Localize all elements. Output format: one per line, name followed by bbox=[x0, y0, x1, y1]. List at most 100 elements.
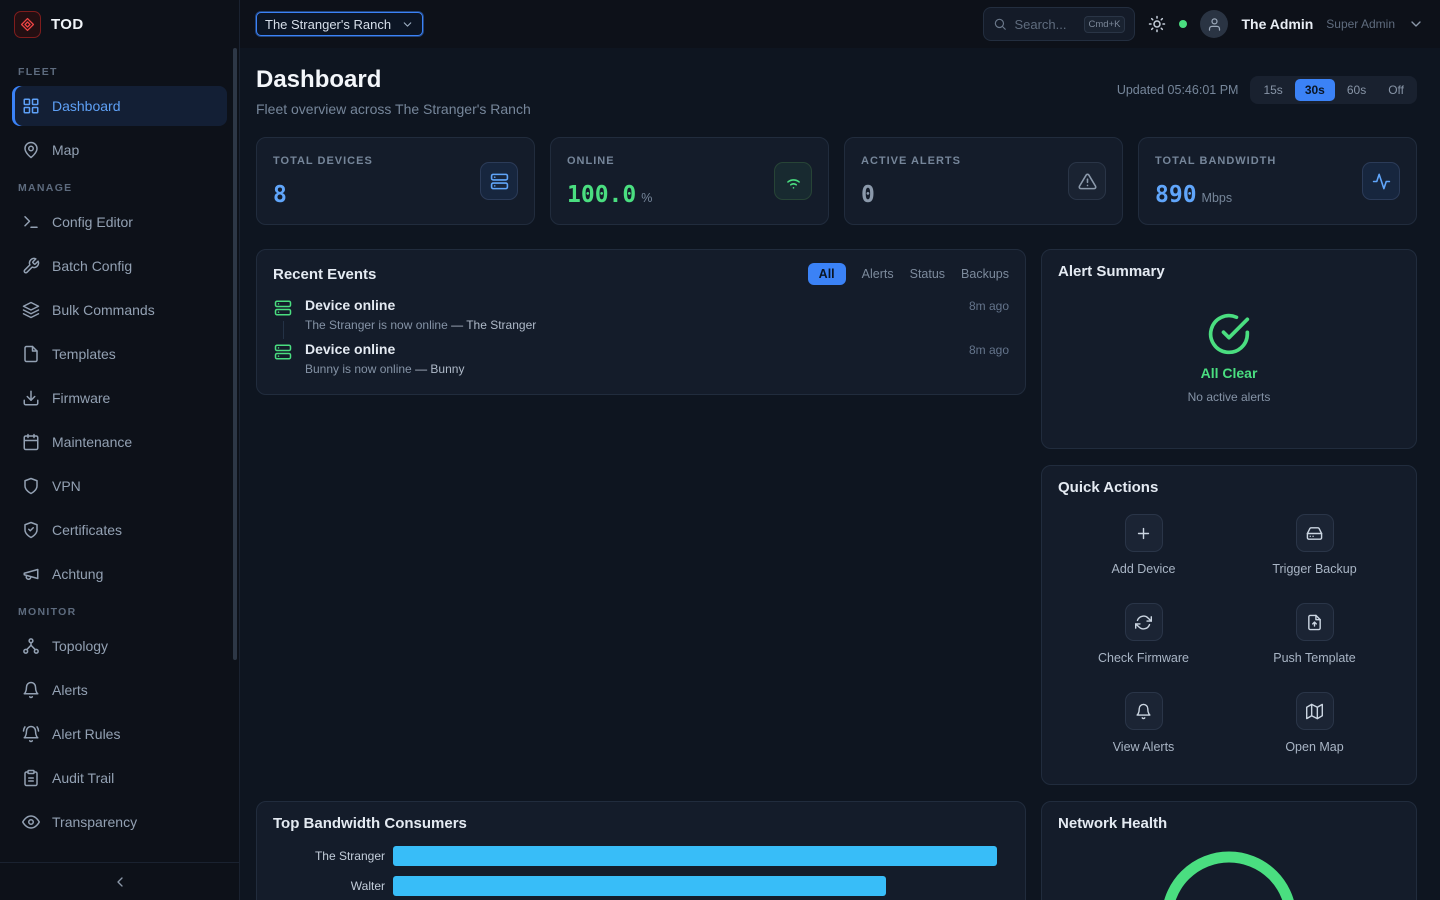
recent-events-card: Recent Events All Alerts Status Backups Dev… bbox=[256, 249, 1026, 395]
shield-check-icon bbox=[22, 521, 40, 539]
quick-action-open-map[interactable]: Open Map bbox=[1229, 692, 1400, 754]
refresh-interval-group: 15s30s60sOff bbox=[1250, 76, 1417, 104]
events-filter-status[interactable]: Status bbox=[910, 267, 945, 281]
search-shortcut-badge: Cmd+K bbox=[1084, 16, 1126, 33]
sidebar-item-vpn[interactable]: VPN bbox=[12, 466, 227, 506]
chevron-left-icon bbox=[112, 874, 128, 890]
wifi-icon bbox=[774, 162, 812, 200]
events-filter-alerts[interactable]: Alerts bbox=[862, 267, 894, 281]
sidebar-item-alert-rules[interactable]: Alert Rules bbox=[12, 714, 227, 754]
sidebar-section-monitor: MONITOR bbox=[18, 606, 221, 618]
quick-action-trigger-backup[interactable]: Trigger Backup bbox=[1229, 514, 1400, 576]
sidebar-item-templates[interactable]: Templates bbox=[12, 334, 227, 374]
brand: TOD bbox=[0, 0, 239, 48]
chevron-down-icon bbox=[401, 18, 414, 31]
sidebar-item-dashboard[interactable]: Dashboard bbox=[12, 86, 227, 126]
network-icon bbox=[22, 637, 40, 655]
layers-icon bbox=[22, 301, 40, 319]
topbar: The Stranger's Ranch Search... Cmd+K The… bbox=[240, 0, 1440, 48]
file-up-icon bbox=[1296, 603, 1334, 641]
hard-drive-icon bbox=[1296, 514, 1334, 552]
refresh-icon bbox=[1125, 603, 1163, 641]
sidebar-item-config-editor[interactable]: Config Editor bbox=[12, 202, 227, 242]
left-column: Recent Events All Alerts Status Backups Dev… bbox=[256, 249, 1026, 900]
shield-icon bbox=[22, 477, 40, 495]
terminal-icon bbox=[22, 213, 40, 231]
sidebar-item-maintenance[interactable]: Maintenance bbox=[12, 422, 227, 462]
quick-action-check-firmware[interactable]: Check Firmware bbox=[1058, 603, 1229, 665]
quick-action-view-alerts[interactable]: View Alerts bbox=[1058, 692, 1229, 754]
sidebar-item-audit-trail[interactable]: Audit Trail bbox=[12, 758, 227, 798]
sidebar-section-fleet: FLEET bbox=[18, 66, 221, 78]
search-icon bbox=[993, 17, 1007, 31]
site-selector[interactable]: The Stranger's Ranch bbox=[256, 12, 423, 36]
bandwidth-chart-card: Top Bandwidth Consumers The Stranger Walt… bbox=[256, 801, 1026, 900]
download-icon bbox=[22, 389, 40, 407]
page-subtitle: Fleet overview across The Stranger's Ran… bbox=[256, 101, 531, 117]
sidebar-item-transparency[interactable]: Transparency bbox=[12, 802, 227, 842]
app-root: TOD FLEET DashboardMap MANAGE Config Editor… bbox=[0, 0, 1440, 900]
stat-card-active-alerts: ACTIVE ALERTS0 bbox=[844, 137, 1123, 225]
server-icon bbox=[480, 162, 518, 200]
bandwidth-bars: The Stranger Walter bbox=[273, 846, 1009, 896]
sidebar-collapse-button[interactable] bbox=[0, 862, 239, 900]
theme-toggle-sun-icon[interactable] bbox=[1148, 15, 1166, 33]
map-icon bbox=[1296, 692, 1334, 730]
user-icon bbox=[1207, 17, 1222, 32]
sidebar-item-bulk-commands[interactable]: Bulk Commands bbox=[12, 290, 227, 330]
alert-summary-card: Alert Summary All Clear No active alerts bbox=[1041, 249, 1417, 449]
sidebar-item-certificates[interactable]: Certificates bbox=[12, 510, 227, 550]
alert-triangle-icon bbox=[1068, 162, 1106, 200]
event-row: Device online8m agoThe Stranger is now o… bbox=[273, 297, 1009, 341]
bell-icon bbox=[1125, 692, 1163, 730]
refresh-option-30s[interactable]: 30s bbox=[1295, 79, 1335, 101]
alert-status-text: All Clear bbox=[1201, 365, 1258, 381]
bandwidth-chart-title: Top Bandwidth Consumers bbox=[273, 815, 467, 832]
refresh-option-15s[interactable]: 15s bbox=[1253, 79, 1292, 101]
bandwidth-bar-row: Walter bbox=[273, 876, 1009, 896]
stat-card-online: ONLINE100.0% bbox=[550, 137, 829, 225]
sidebar-item-batch-config[interactable]: Batch Config bbox=[12, 246, 227, 286]
brand-name: TOD bbox=[51, 16, 84, 33]
site-selector-value: The Stranger's Ranch bbox=[265, 17, 391, 32]
clipboard-icon bbox=[22, 769, 40, 787]
recent-events-title: Recent Events bbox=[273, 266, 376, 283]
quick-actions-title: Quick Actions bbox=[1058, 479, 1158, 496]
events-filter-all[interactable]: All bbox=[808, 263, 846, 285]
refresh-option-60s[interactable]: 60s bbox=[1337, 79, 1376, 101]
quick-actions-grid: Add DeviceTrigger BackupCheck FirmwarePu… bbox=[1058, 514, 1400, 754]
event-filters: All Alerts Status Backups bbox=[808, 263, 1009, 285]
alert-summary-title: Alert Summary bbox=[1058, 263, 1400, 280]
events-filter-backups[interactable]: Backups bbox=[961, 267, 1009, 281]
network-health-title: Network Health bbox=[1058, 815, 1167, 832]
sidebar-item-topology[interactable]: Topology bbox=[12, 626, 227, 666]
calendar-icon bbox=[22, 433, 40, 451]
sidebar-section-manage: MANAGE bbox=[18, 182, 221, 194]
refresh-option-off[interactable]: Off bbox=[1378, 79, 1414, 101]
sidebar-item-map[interactable]: Map bbox=[12, 130, 227, 170]
sidebar-item-achtung[interactable]: Achtung bbox=[12, 554, 227, 594]
main-content: Dashboard Fleet overview across The Stra… bbox=[240, 48, 1440, 900]
search-input[interactable]: Search... Cmd+K bbox=[983, 7, 1135, 41]
stats-row: TOTAL DEVICES8ONLINE100.0%ACTIVE ALERTS0… bbox=[256, 137, 1417, 225]
main-column: The Stranger's Ranch Search... Cmd+K The… bbox=[240, 0, 1440, 900]
network-health-ring bbox=[1154, 841, 1304, 900]
right-column: Alert Summary All Clear No active alerts… bbox=[1041, 249, 1417, 900]
online-status-dot bbox=[1179, 20, 1187, 28]
user-menu-chevron-icon[interactable] bbox=[1408, 16, 1424, 32]
sidebar-item-alerts[interactable]: Alerts bbox=[12, 670, 227, 710]
sidebar-scrollbar[interactable] bbox=[233, 48, 237, 660]
sidebar-item-firmware[interactable]: Firmware bbox=[12, 378, 227, 418]
quick-action-add-device[interactable]: Add Device bbox=[1058, 514, 1229, 576]
stat-card-total-devices: TOTAL DEVICES8 bbox=[256, 137, 535, 225]
topbar-right: Search... Cmd+K The Admin Super Admin bbox=[983, 7, 1424, 41]
grid-icon bbox=[22, 97, 40, 115]
avatar[interactable] bbox=[1200, 10, 1228, 38]
content-grid: Recent Events All Alerts Status Backups Dev… bbox=[256, 249, 1417, 900]
updated-timestamp: Updated 05:46:01 PM bbox=[1117, 83, 1239, 97]
wrench-icon bbox=[22, 257, 40, 275]
network-health-card: Network Health bbox=[1041, 801, 1417, 900]
activity-icon bbox=[1362, 162, 1400, 200]
bandwidth-bar-row: The Stranger bbox=[273, 846, 1009, 866]
quick-action-push-template[interactable]: Push Template bbox=[1229, 603, 1400, 665]
